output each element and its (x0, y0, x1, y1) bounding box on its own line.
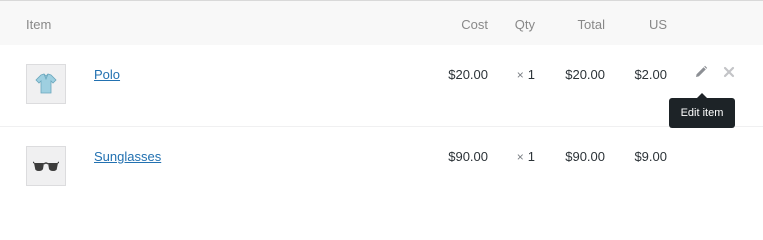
product-thumbnail[interactable] (26, 64, 66, 104)
item-tax: $9.00 (634, 149, 667, 164)
qty-value: 1 (527, 149, 535, 164)
qty-multiplier: × (516, 150, 524, 164)
item-cost: $90.00 (448, 149, 488, 164)
header-total: Total (577, 17, 605, 32)
header-tax: US (648, 17, 667, 32)
item-tax: $2.00 (634, 67, 667, 82)
order-items-table: Item Cost Qty Total US Polo $20.00 × 1 $2… (0, 0, 763, 208)
item-qty: × 1 (517, 67, 535, 82)
product-thumbnail[interactable] (26, 146, 66, 186)
table-row: Sunglasses $90.00 × 1 $90.00 $9.00 (0, 127, 763, 208)
sunglasses-icon (33, 161, 59, 171)
close-icon[interactable] (722, 65, 736, 79)
header-qty: Qty (514, 17, 535, 32)
table-row: Polo $20.00 × 1 $20.00 $2.00 (0, 45, 763, 127)
item-total: $90.00 (565, 149, 605, 164)
product-name-link[interactable]: Sunglasses (94, 149, 161, 164)
edit-item-tooltip: Edit item (669, 93, 735, 128)
header-cost: Cost (461, 17, 488, 32)
pencil-icon[interactable] (694, 65, 708, 79)
item-qty: × 1 (517, 149, 535, 164)
header-item: Item (26, 17, 52, 32)
item-total: $20.00 (565, 67, 605, 82)
item-cost: $20.00 (448, 67, 488, 82)
polo-shirt-icon (35, 73, 57, 94)
qty-value: 1 (527, 67, 535, 82)
qty-multiplier: × (516, 68, 524, 82)
product-name-link[interactable]: Polo (94, 67, 120, 82)
table-header: Item Cost Qty Total US (0, 1, 763, 45)
